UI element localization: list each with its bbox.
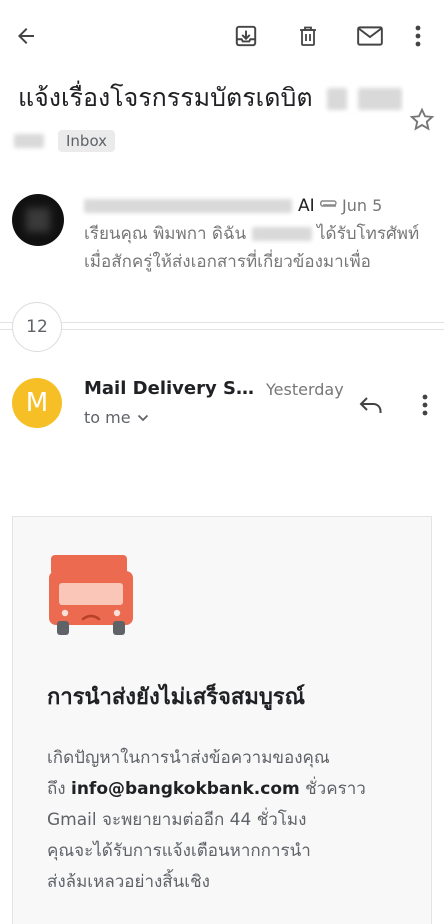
more-options-button[interactable] — [406, 18, 430, 54]
collapsed-divider — [0, 322, 444, 330]
message-date: Yesterday — [266, 380, 344, 399]
redacted-text — [84, 199, 292, 213]
label-row: Inbox — [14, 130, 116, 152]
archive-button[interactable] — [228, 18, 264, 54]
trash-icon — [300, 26, 316, 46]
delivery-status-message: เกิดปัญหาในการนำส่งข้อความของคุณ ถึง inf… — [47, 748, 366, 892]
redacted-text — [14, 134, 44, 148]
subject-text: แจ้งเรื่องโจรกรรมบัตรเดบิต — [18, 83, 313, 112]
arrow-left-icon — [18, 28, 34, 44]
redacted-text — [251, 227, 312, 241]
avatar[interactable]: M — [12, 378, 62, 428]
sender-name: AI — [84, 196, 315, 216]
message-preview[interactable]: AI Jun 5 เรียนคุณ พิมพกา ดิฉัน ได้รับโทร… — [0, 186, 444, 276]
top-app-bar — [0, 0, 444, 72]
redacted-text — [326, 88, 347, 110]
paperclip-icon — [320, 199, 337, 207]
reply-button[interactable] — [356, 390, 386, 420]
recipient-details[interactable]: to me — [84, 408, 149, 427]
delete-button[interactable] — [290, 18, 326, 54]
star-button[interactable] — [408, 106, 436, 134]
message-more-button[interactable] — [414, 390, 436, 420]
mark-unread-button[interactable] — [352, 18, 388, 54]
chevron-down-icon — [137, 414, 148, 421]
redacted-text — [358, 88, 403, 110]
delivery-status-title: การนำส่งยังไม่เสร็จสมบูรณ์ — [47, 685, 306, 710]
collapsed-count-button[interactable]: 12 — [12, 302, 62, 352]
message-header: M Mail Delivery Su... Yesterday to me — [0, 370, 444, 450]
sender-name: Mail Delivery Su... — [84, 378, 254, 399]
reply-icon — [359, 397, 382, 413]
recipient-email-link[interactable]: info@bangkokbank.com — [71, 779, 300, 799]
delivery-status-card: การนำส่งยังไม่เสร็จสมบูรณ์ เกิดปัญหาในกา… — [12, 516, 432, 924]
inbox-label-chip[interactable]: Inbox — [58, 130, 116, 152]
mail-icon — [357, 26, 383, 46]
message-date: Jun 5 — [316, 196, 382, 215]
back-button[interactable] — [8, 18, 44, 54]
thread-subject: แจ้งเรื่องโจรกรรมบัตรเดบิต — [18, 80, 404, 116]
more-vert-icon — [422, 394, 428, 416]
message-snippet: เรียนคุณ พิมพกา ดิฉัน ได้รับโทรศัพท์ เมื… — [84, 224, 420, 272]
archive-icon — [235, 25, 257, 47]
avatar — [12, 194, 64, 246]
delivery-truck-sad-icon — [49, 555, 133, 635]
more-vert-icon — [415, 25, 421, 47]
subject-area: แจ้งเรื่องโจรกรรมบัตรเดบิต — [18, 80, 404, 116]
